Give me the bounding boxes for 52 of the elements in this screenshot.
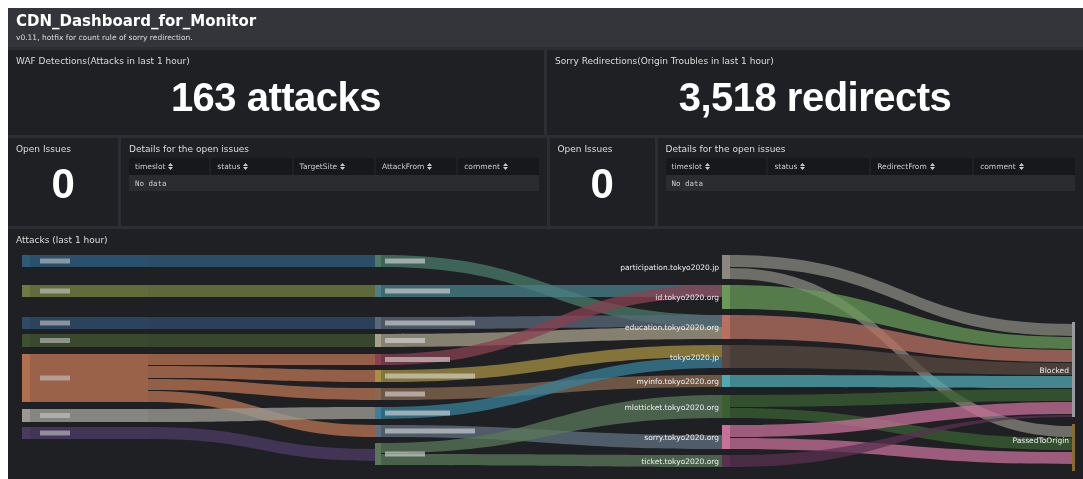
sort-icon (1018, 163, 1024, 170)
redacted-label (40, 338, 70, 343)
sort-icon (929, 163, 935, 170)
middle-node (375, 425, 381, 437)
redacted-label (40, 375, 70, 381)
middle-node (375, 388, 381, 400)
open-issues-count: 0 (590, 160, 614, 208)
redacted-label (385, 338, 425, 343)
sort-icon (502, 163, 508, 170)
summary-value: 163 attacks (170, 75, 382, 120)
redacted-label (385, 288, 450, 294)
redacted-label (40, 430, 70, 436)
source-node (22, 255, 30, 267)
dashboard-title: CDN_Dashboard_for_Monitor (16, 12, 258, 30)
middle-node (375, 370, 381, 382)
panel-title: WAF Detections(Attacks in last 1 hour) (16, 56, 191, 66)
panel-title: Sorry Redirections(Origin Troubles in last 1 hour) (555, 56, 775, 66)
middle-node (375, 443, 381, 465)
middle-node (375, 334, 381, 347)
panel-title: Details for the open issues (129, 144, 251, 154)
sort-icon (168, 163, 174, 170)
source-node (22, 285, 30, 297)
redacted-label (385, 410, 450, 416)
source-node (22, 354, 30, 402)
source-node (22, 427, 30, 439)
redacted-label (385, 391, 425, 397)
middle-node (375, 285, 381, 297)
summary-value: 3,518 redirects (678, 75, 952, 120)
redacted-label (385, 357, 450, 362)
sort-icon (427, 163, 433, 170)
redacted-label (40, 288, 70, 294)
middle-node (375, 255, 381, 267)
source-node (22, 334, 30, 347)
redacted-label (40, 258, 70, 264)
sort-icon (340, 163, 346, 170)
middle-node (375, 354, 381, 365)
sort-icon (800, 163, 806, 170)
redacted-label (385, 451, 425, 457)
redacted-label (385, 258, 425, 264)
redacted-label (40, 320, 70, 326)
middle-node (375, 317, 381, 329)
redacted-label (40, 413, 70, 418)
sort-icon (243, 163, 249, 170)
open-issues-count: 0 (51, 160, 75, 208)
panel-title: Details for the open issues (665, 144, 787, 154)
source-node (22, 317, 30, 329)
sort-icon (704, 163, 710, 170)
panel-title: Open Issues (557, 144, 614, 154)
source-node (22, 409, 30, 422)
middle-node (375, 407, 381, 419)
panel-title: Attacks (last 1 hour) (16, 235, 109, 245)
panel-title: Open Issues (16, 144, 72, 154)
